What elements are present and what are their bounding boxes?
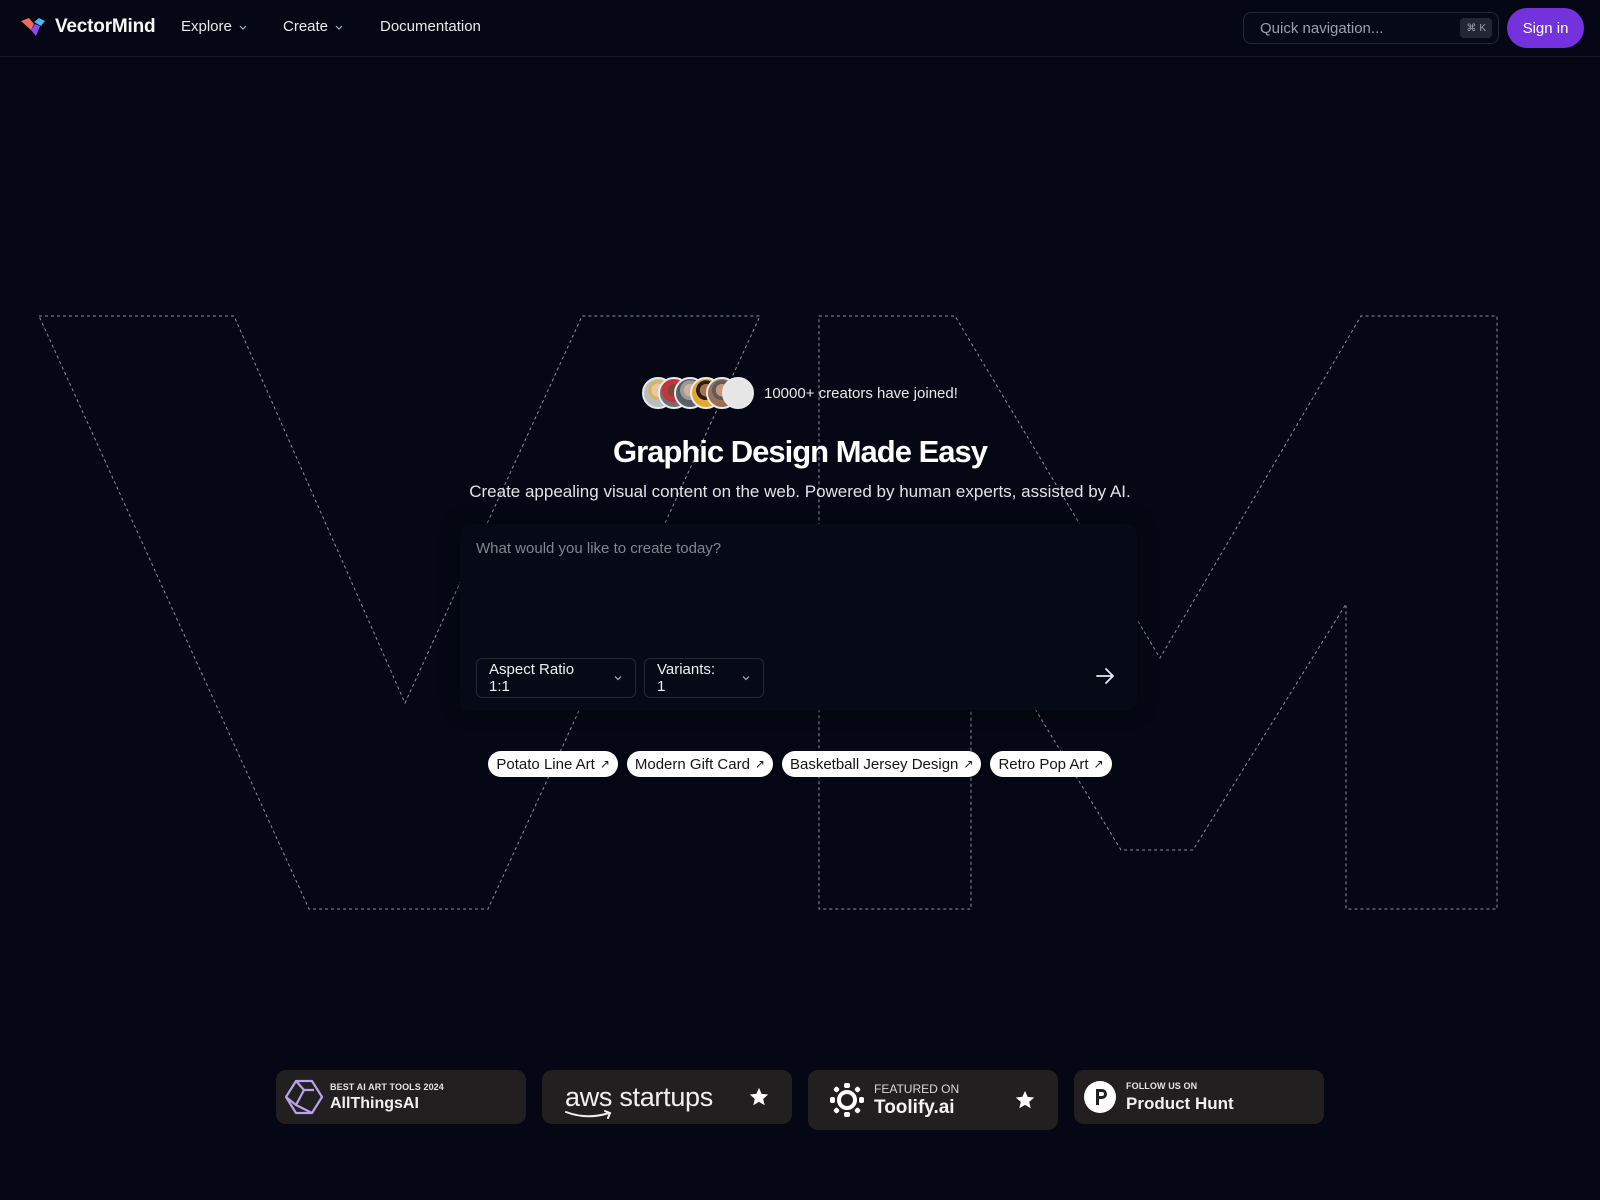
prompt-composer: Aspect Ratio 1:1 Variants: 1 xyxy=(460,524,1137,710)
nav-create[interactable]: Create xyxy=(283,18,344,35)
variants-label: Variants: 1 xyxy=(657,661,716,695)
product-hunt-icon xyxy=(1084,1081,1116,1113)
submit-prompt-button[interactable] xyxy=(1091,662,1119,690)
shortcut-key: K xyxy=(1479,22,1486,34)
suggestion-label: Retro Pop Art xyxy=(998,755,1089,773)
suggestion-chip[interactable]: Retro Pop Art ↗ xyxy=(990,751,1112,777)
badge-title: AllThingsAI xyxy=(330,1094,419,1112)
chevron-down-icon xyxy=(239,25,247,30)
chevron-down-icon xyxy=(614,676,622,681)
chevron-down-icon xyxy=(335,25,343,30)
top-navigation-bar: VectorMind Explore Create Documentation … xyxy=(0,0,1600,57)
chevron-down-icon xyxy=(742,676,750,681)
keyboard-shortcut-hint: ⌘ K xyxy=(1460,18,1492,38)
nav-documentation[interactable]: Documentation xyxy=(380,18,481,35)
arrow-right-icon xyxy=(1096,668,1114,684)
cube-icon xyxy=(284,1079,324,1115)
hero-subtitle: Create appealing visual content on the w… xyxy=(469,482,1131,501)
command-key-icon: ⌘ xyxy=(1466,22,1477,34)
suggestion-chip[interactable]: Potato Line Art ↗ xyxy=(488,751,618,777)
nav-documentation-label: Documentation xyxy=(380,18,481,35)
toolify-logo-icon xyxy=(830,1083,864,1117)
hero-title: Graphic Design Made Easy xyxy=(613,434,988,469)
badge-title: aws startups xyxy=(565,1081,713,1112)
star-icon xyxy=(1015,1090,1035,1109)
brand-name: VectorMind xyxy=(55,16,156,37)
aspect-ratio-select[interactable]: Aspect Ratio 1:1 xyxy=(476,658,636,698)
vectormind-logo-icon xyxy=(21,18,45,36)
badge-product-hunt[interactable]: FOLLOW US ON Product Hunt xyxy=(1074,1070,1324,1124)
suggestion-label: Modern Gift Card xyxy=(634,755,750,773)
external-arrow-icon: ↗ xyxy=(963,757,974,771)
quick-navigation-input[interactable] xyxy=(1260,19,1450,37)
amazon-smile-icon xyxy=(565,1109,612,1119)
aws-startups-logo: aws startups xyxy=(565,1081,713,1119)
creator-avatars xyxy=(642,377,754,409)
nav-explore-label: Explore xyxy=(181,18,232,35)
external-arrow-icon: ↗ xyxy=(1093,757,1104,771)
badge-caption: FEATURED ON xyxy=(874,1081,960,1096)
suggestion-chips: Potato Line Art ↗ Modern Gift Card ↗ Bas… xyxy=(0,751,1600,777)
badge-title: Product Hunt xyxy=(1126,1093,1234,1113)
badge-title: Toolify.ai xyxy=(874,1096,955,1118)
sign-in-button[interactable]: Sign in xyxy=(1507,8,1584,48)
suggestion-chip[interactable]: Basketball Jersey Design ↗ xyxy=(781,751,982,777)
badge-toolify[interactable]: FEATURED ON Toolify.ai xyxy=(808,1070,1058,1130)
prompt-input[interactable] xyxy=(476,540,1116,640)
badge-caption: BEST AI ART TOOLS 2024 xyxy=(330,1081,444,1092)
aspect-ratio-label: Aspect Ratio 1:1 xyxy=(489,661,575,695)
quick-navigation-search[interactable]: ⌘ K xyxy=(1243,12,1499,44)
external-arrow-icon: ↗ xyxy=(754,757,765,771)
star-icon xyxy=(749,1087,769,1106)
suggestion-chip[interactable]: Modern Gift Card ↗ xyxy=(626,751,773,777)
social-proof-text: 10000+ creators have joined! xyxy=(764,384,958,402)
avatar xyxy=(722,377,754,409)
suggestion-label: Potato Line Art xyxy=(496,755,595,773)
badge-aws-startups[interactable]: aws startups xyxy=(542,1070,792,1124)
brand-logo[interactable]: VectorMind xyxy=(20,16,156,38)
badge-caption: FOLLOW US ON xyxy=(1126,1080,1198,1091)
nav-create-label: Create xyxy=(283,18,329,35)
badge-allthingsai[interactable]: BEST AI ART TOOLS 2024 AllThingsAI xyxy=(276,1070,526,1124)
external-arrow-icon: ↗ xyxy=(599,757,610,771)
suggestion-label: Basketball Jersey Design xyxy=(789,755,959,773)
variants-select[interactable]: Variants: 1 xyxy=(644,658,764,698)
nav-explore[interactable]: Explore xyxy=(181,18,248,35)
social-proof: 10000+ creators have joined! xyxy=(642,377,958,409)
